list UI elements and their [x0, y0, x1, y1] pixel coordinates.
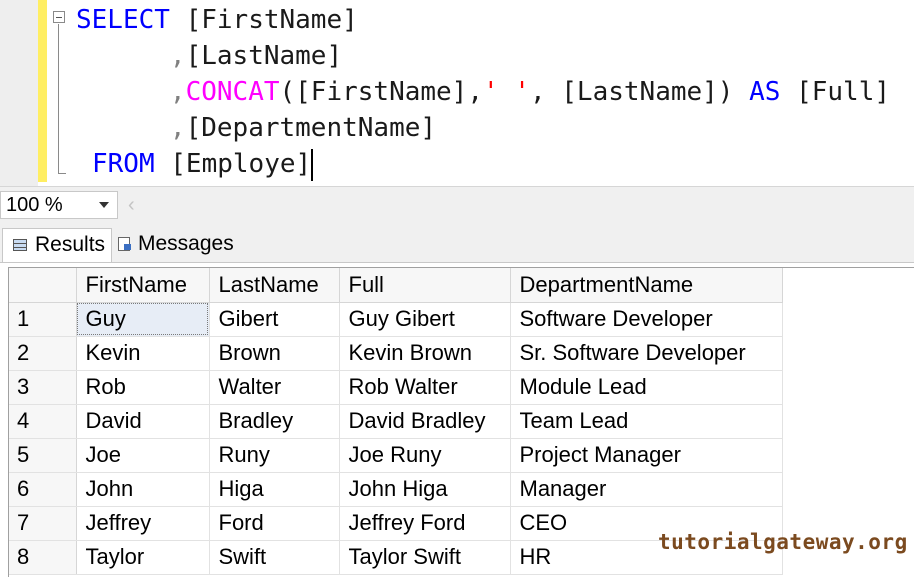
results-grid[interactable]: FirstName LastName Full DepartmentName 1… — [9, 268, 783, 575]
row-number-cell[interactable]: 8 — [9, 540, 77, 575]
column-header-departmentname[interactable]: DepartmentName — [510, 268, 783, 303]
keyword-from: FROM — [92, 149, 155, 179]
text-caret — [311, 148, 314, 181]
scroll-left-icon[interactable]: ‹ — [128, 193, 135, 217]
table-row[interactable]: 6 John Higa John Higa Manager — [9, 472, 783, 507]
tab-messages[interactable]: Messages — [112, 228, 240, 262]
code-line-2: ,[LastName] — [169, 41, 343, 71]
grid-cell[interactable]: David — [76, 404, 210, 439]
table-row[interactable]: 2 Kevin Brown Kevin Brown Sr. Software Devel… — [9, 336, 783, 371]
grid-cell[interactable]: Higa — [209, 472, 340, 507]
code-line-4: ,[DepartmentName] — [169, 113, 437, 143]
outline-guide-end — [58, 173, 66, 174]
grid-cell[interactable]: Joe — [76, 438, 210, 473]
grid-cell[interactable]: Project Manager — [510, 438, 783, 473]
grid-cell[interactable]: Jeffrey — [76, 506, 210, 541]
table-row[interactable]: 5 Joe Runy Joe Runy Project Manager — [9, 438, 783, 473]
grid-cell[interactable]: Kevin — [76, 336, 210, 371]
grid-cell[interactable]: Taylor Swift — [339, 540, 511, 575]
grid-cell[interactable]: Runy — [209, 438, 340, 473]
tab-messages-label: Messages — [138, 232, 234, 255]
row-number-cell[interactable]: 4 — [9, 404, 77, 439]
collapse-region-icon[interactable] — [53, 11, 65, 23]
row-number-cell[interactable]: 1 — [9, 302, 77, 337]
grid-cell[interactable]: Module Lead — [510, 370, 783, 405]
code-line-5: FROM [Employe] — [92, 146, 314, 182]
grid-cell[interactable]: Guy — [76, 302, 210, 337]
grid-cell[interactable]: Kevin Brown — [339, 336, 511, 371]
code-alias: [Full] — [796, 77, 891, 107]
column-header-firstname[interactable]: FirstName — [76, 268, 210, 303]
code-line-1: SELECT [FirstName] — [76, 2, 358, 38]
grid-header-row: FirstName LastName Full DepartmentName — [9, 268, 783, 303]
watermark-logo: tutorialgateway.org — [658, 530, 908, 554]
row-number-cell[interactable]: 3 — [9, 370, 77, 405]
row-number-cell[interactable]: 5 — [9, 438, 77, 473]
grid-cell[interactable]: Walter — [209, 370, 340, 405]
line-gutter — [0, 0, 38, 186]
keyword-as: AS — [749, 77, 781, 107]
code-text: [Employe] — [154, 149, 312, 179]
grid-cell[interactable]: Ford — [209, 506, 340, 541]
query-editor[interactable]: SELECT [FirstName] ,[LastName] ,CONCAT([… — [0, 0, 914, 186]
grid-cell[interactable]: Swift — [209, 540, 340, 575]
outline-guide — [58, 24, 59, 174]
table-row[interactable]: 3 Rob Walter Rob Walter Module Lead — [9, 370, 783, 405]
grid-cell[interactable]: Gibert — [209, 302, 340, 337]
tab-results[interactable]: Results — [2, 228, 112, 262]
results-grid-icon — [13, 239, 27, 251]
code-line-3: ,CONCAT([FirstName],' ', [LastName]) AS … — [169, 77, 891, 107]
grid-cell[interactable]: Taylor — [76, 540, 210, 575]
grid-cell[interactable]: Rob Walter — [339, 370, 511, 405]
grid-cell[interactable]: Rob — [76, 370, 210, 405]
table-row[interactable]: 4 David Bradley David Bradley Team Lead — [9, 404, 783, 439]
zoom-value: 100 % — [6, 194, 63, 216]
code-text: [LastName] — [185, 41, 343, 71]
column-header-full[interactable]: Full — [339, 268, 511, 303]
messages-icon — [118, 237, 131, 251]
function-concat: CONCAT — [185, 77, 280, 107]
grid-cell[interactable]: Manager — [510, 472, 783, 507]
change-indicator-margin — [38, 0, 47, 182]
grid-cell[interactable]: Guy Gibert — [339, 302, 511, 337]
code-text: [DepartmentName] — [185, 113, 437, 143]
code-text: , [LastName]) — [529, 77, 734, 107]
column-header-lastname[interactable]: LastName — [209, 268, 340, 303]
row-number-cell[interactable]: 2 — [9, 336, 77, 371]
zoom-dropdown[interactable]: 100 % — [0, 191, 118, 219]
grid-cell[interactable]: Bradley — [209, 404, 340, 439]
grid-cell[interactable]: Jeffrey Ford — [339, 506, 511, 541]
string-literal: ' ' — [483, 77, 530, 107]
tab-results-label: Results — [35, 233, 106, 256]
row-number-header[interactable] — [9, 268, 77, 303]
grid-cell[interactable]: Joe Runy — [339, 438, 511, 473]
row-number-cell[interactable]: 6 — [9, 472, 77, 507]
result-tabs: Results Messages — [0, 224, 914, 262]
grid-cell[interactable]: John — [76, 472, 210, 507]
grid-cell[interactable]: Brown — [209, 336, 340, 371]
grid-cell[interactable]: Software Developer — [510, 302, 783, 337]
grid-cell[interactable]: Team Lead — [510, 404, 783, 439]
row-number-cell[interactable]: 7 — [9, 506, 77, 541]
editor-status-bar: 100 % ‹ — [0, 186, 914, 224]
grid-cell[interactable]: David Bradley — [339, 404, 511, 439]
chevron-down-icon[interactable] — [99, 202, 109, 208]
grid-cell[interactable]: John Higa — [339, 472, 511, 507]
code-text: ([FirstName], — [279, 77, 484, 107]
table-row[interactable]: 1 Guy Gibert Guy Gibert Software Developer — [9, 302, 783, 337]
grid-cell[interactable]: Sr. Software Developer — [510, 336, 783, 371]
code-text: [FirstName] — [169, 5, 358, 35]
keyword-select: SELECT — [76, 5, 170, 35]
